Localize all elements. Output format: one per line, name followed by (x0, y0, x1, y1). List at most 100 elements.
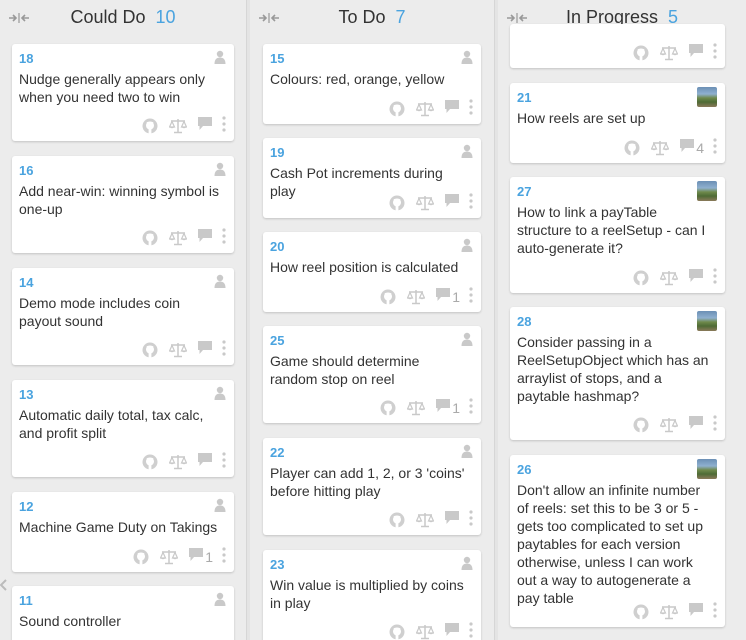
more-dots-icon[interactable] (469, 621, 473, 640)
github-icon[interactable] (623, 139, 641, 157)
user-icon[interactable] (214, 50, 226, 64)
card-title[interactable]: Machine Game Duty on Takings (19, 518, 222, 536)
task-card[interactable]: 16 Add near-win: winning symbol is one-up (12, 156, 234, 253)
more-dots-icon[interactable] (713, 601, 717, 623)
comments-button[interactable] (688, 43, 704, 63)
more-dots-icon[interactable] (713, 137, 717, 159)
card-title[interactable]: Don't allow an infinite number of reels:… (517, 481, 713, 607)
card-title[interactable]: How reel position is calculated (270, 258, 469, 276)
card-number[interactable]: 26 (517, 462, 531, 477)
github-icon[interactable] (141, 453, 159, 471)
card-title[interactable]: Player can add 1, 2, or 3 'coins' before… (270, 464, 469, 500)
more-dots-icon[interactable] (469, 509, 473, 531)
user-icon[interactable] (461, 444, 473, 458)
card-title[interactable]: How reels are set up (517, 109, 713, 127)
github-icon[interactable] (379, 288, 397, 306)
avatar[interactable] (697, 459, 717, 479)
task-card[interactable]: 22 Player can add 1, 2, or 3 'coins' befo… (263, 438, 481, 535)
comments-button[interactable] (197, 452, 213, 472)
task-card[interactable]: 25 Game should determine random stop on r… (263, 326, 481, 423)
user-icon[interactable] (214, 162, 226, 176)
comments-button[interactable]: 1 (188, 547, 213, 567)
user-icon[interactable] (214, 386, 226, 400)
card-number[interactable]: 22 (270, 445, 284, 460)
comments-button[interactable] (197, 228, 213, 248)
card-number[interactable]: 19 (270, 145, 284, 160)
estimate-scale-icon[interactable] (660, 603, 678, 621)
comments-button[interactable] (688, 415, 704, 435)
estimate-scale-icon[interactable] (416, 194, 434, 212)
card-title[interactable]: How to link a payTable structure to a re… (517, 203, 713, 257)
scroll-left-icon[interactable] (0, 578, 7, 591)
estimate-scale-icon[interactable] (169, 117, 187, 135)
more-dots-icon[interactable] (713, 267, 717, 289)
more-dots-icon[interactable] (222, 339, 226, 361)
task-card[interactable]: 26 Don't allow an infinite number of reel… (510, 455, 725, 627)
card-number[interactable]: 28 (517, 314, 531, 329)
estimate-scale-icon[interactable] (416, 511, 434, 529)
task-card[interactable]: 27 How to link a payTable structure to a … (510, 177, 725, 293)
user-icon[interactable] (214, 592, 226, 606)
card-number[interactable]: 12 (19, 499, 33, 514)
card-title[interactable]: Game should determine random stop on ree… (270, 352, 469, 388)
github-icon[interactable] (141, 117, 159, 135)
github-icon[interactable] (388, 623, 406, 640)
card-number[interactable]: 21 (517, 90, 531, 105)
task-card[interactable]: 11 Sound controller (12, 586, 234, 640)
github-icon[interactable] (132, 548, 150, 566)
card-number[interactable]: 16 (19, 163, 33, 178)
card-number[interactable]: 20 (270, 239, 284, 254)
github-icon[interactable] (388, 511, 406, 529)
comments-button[interactable] (444, 193, 460, 213)
task-card[interactable]: 13 Automatic daily total, tax calc, and p… (12, 380, 234, 477)
comments-button[interactable] (197, 116, 213, 136)
github-icon[interactable] (141, 229, 159, 247)
estimate-scale-icon[interactable] (407, 399, 426, 417)
user-icon[interactable] (461, 556, 473, 570)
github-icon[interactable] (388, 194, 406, 212)
estimate-scale-icon[interactable] (169, 341, 187, 359)
estimate-scale-icon[interactable] (651, 139, 670, 157)
estimate-scale-icon[interactable] (407, 288, 426, 306)
more-dots-icon[interactable] (222, 451, 226, 473)
comments-button[interactable] (444, 510, 460, 530)
estimate-scale-icon[interactable] (169, 229, 187, 247)
user-icon[interactable] (461, 238, 473, 252)
github-icon[interactable] (632, 269, 650, 287)
card-title[interactable]: Add near-win: winning symbol is one-up (19, 182, 222, 218)
avatar[interactable] (697, 87, 717, 107)
more-dots-icon[interactable] (222, 546, 226, 568)
estimate-scale-icon[interactable] (416, 100, 434, 118)
more-dots-icon[interactable] (469, 98, 473, 120)
github-icon[interactable] (632, 416, 650, 434)
estimate-scale-icon[interactable] (169, 453, 187, 471)
more-dots-icon[interactable] (469, 397, 473, 419)
task-card[interactable]: 12 Machine Game Duty on Takings 1 (12, 492, 234, 572)
card-number[interactable]: 11 (19, 593, 33, 608)
task-card[interactable]: 19 Cash Pot increments during play (263, 138, 481, 218)
comments-button[interactable] (444, 99, 460, 119)
card-title[interactable]: Colours: red, orange, yellow (270, 70, 469, 88)
github-icon[interactable] (388, 100, 406, 118)
more-dots-icon[interactable] (713, 414, 717, 436)
card-title[interactable]: Demo mode includes coin payout sound (19, 294, 222, 330)
card-number[interactable]: 18 (19, 51, 33, 66)
estimate-scale-icon[interactable] (660, 269, 678, 287)
more-dots-icon[interactable] (469, 192, 473, 214)
task-card[interactable]: 20 How reel position is calculated 1 (263, 232, 481, 312)
user-icon[interactable] (214, 274, 226, 288)
comments-button[interactable]: 1 (435, 398, 460, 418)
user-icon[interactable] (461, 50, 473, 64)
task-card[interactable]: 18 Nudge generally appears only when you … (12, 44, 234, 141)
card-number[interactable]: 27 (517, 184, 531, 199)
card-title[interactable]: Win value is multiplied by coins in play (270, 576, 469, 612)
more-dots-icon[interactable] (222, 115, 226, 137)
card-title[interactable]: Nudge generally appears only when you ne… (19, 70, 222, 106)
task-card[interactable]: 15 Colours: red, orange, yellow (263, 44, 481, 124)
user-icon[interactable] (461, 332, 473, 346)
more-dots-icon[interactable] (469, 286, 473, 308)
more-dots-icon[interactable] (222, 227, 226, 249)
github-icon[interactable] (141, 341, 159, 359)
user-icon[interactable] (214, 498, 226, 512)
card-title[interactable]: Consider passing in a ReelSetupObject wh… (517, 333, 713, 405)
